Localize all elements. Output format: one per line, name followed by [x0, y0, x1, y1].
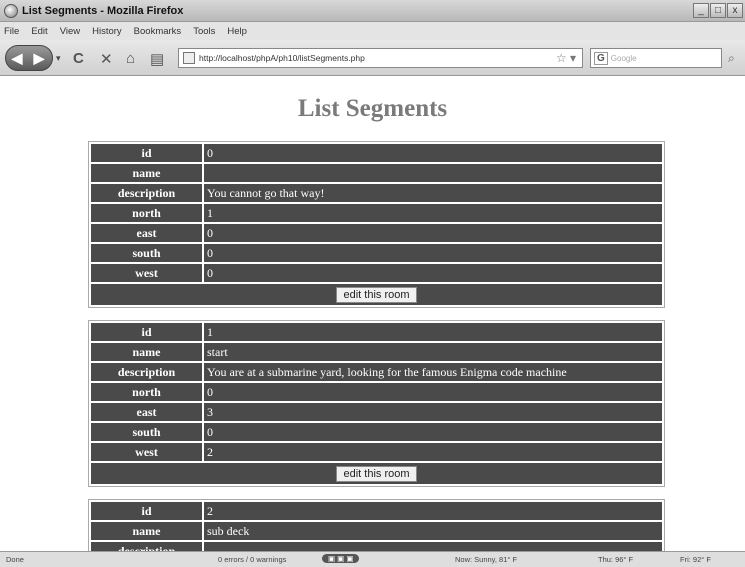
value-description: You are at a submarine yard, looking for… [204, 363, 662, 381]
reload-icon[interactable]: C [73, 50, 84, 67]
bookmark-star-icon[interactable]: ☆ ▾ [556, 51, 576, 65]
label-name: name [91, 343, 202, 361]
maximize-button[interactable]: □ [710, 3, 726, 18]
url-text[interactable]: http://localhost/phpA/ph10/listSegments.… [199, 53, 556, 63]
label-description: description [91, 542, 202, 551]
menu-history[interactable]: History [92, 26, 122, 37]
home-icon[interactable]: ⌂ [126, 50, 135, 67]
value-id: 0 [204, 144, 662, 162]
menu-bookmarks[interactable]: Bookmarks [134, 26, 182, 37]
search-box[interactable]: G Google [590, 48, 722, 68]
weather-fri: Fri: 92° F [680, 555, 711, 564]
page-content: List Segments id 0 name description You ca… [0, 77, 745, 551]
value-id: 2 [204, 502, 662, 520]
segment-table: id 1 name start description You are at a su… [88, 320, 665, 487]
search-icon[interactable]: ⌕ [728, 51, 735, 66]
label-name: name [91, 164, 202, 182]
value-north: 0 [204, 383, 662, 401]
label-id: id [91, 323, 202, 341]
history-dropdown-icon[interactable]: ▾ [56, 53, 61, 64]
label-west: west [91, 264, 202, 282]
page-icon[interactable]: ▤ [150, 50, 164, 68]
search-placeholder[interactable]: Google [611, 54, 637, 63]
segment-table: id 0 name description You cannot go that w… [88, 141, 665, 308]
menu-tools[interactable]: Tools [193, 26, 215, 37]
label-name: name [91, 522, 202, 540]
error-console-status[interactable]: 0 errors / 0 warnings [218, 555, 286, 564]
label-east: east [91, 403, 202, 421]
label-id: id [91, 502, 202, 520]
status-bar: Done 0 errors / 0 warnings ▣ ▣ ▣ Now: Su… [0, 551, 745, 567]
navigation-toolbar: ◀ ▶ ▾ C ✕ ⌂ ▤ http://localhost/phpA/ph10… [0, 40, 745, 76]
value-description: You cannot go that way! [204, 184, 662, 202]
value-south: 0 [204, 244, 662, 262]
value-north: 1 [204, 204, 662, 222]
value-name [204, 164, 662, 182]
value-west: 0 [204, 264, 662, 282]
value-name: start [204, 343, 662, 361]
segment-table: id 2 name sub deck description [88, 499, 665, 551]
weather-thu: Thu: 96° F [598, 555, 634, 564]
label-west: west [91, 443, 202, 461]
value-description [204, 542, 662, 551]
edit-room-button[interactable]: edit this room [336, 286, 417, 303]
close-button[interactable]: x [727, 3, 743, 18]
window-title: List Segments - Mozilla Firefox [22, 4, 184, 17]
menu-bar: File Edit View History Bookmarks Tools H… [0, 22, 745, 40]
site-favicon-icon [183, 52, 195, 64]
label-id: id [91, 144, 202, 162]
value-west: 2 [204, 443, 662, 461]
value-name: sub deck [204, 522, 662, 540]
url-bar[interactable]: http://localhost/phpA/ph10/listSegments.… [178, 48, 583, 68]
value-south: 0 [204, 423, 662, 441]
back-arrow-icon[interactable]: ◀ [6, 50, 28, 67]
label-south: south [91, 244, 202, 262]
label-north: north [91, 383, 202, 401]
minimize-button[interactable]: _ [693, 3, 709, 18]
edit-room-button[interactable]: edit this room [336, 465, 417, 482]
addon-status-pill[interactable]: ▣ ▣ ▣ [322, 554, 360, 563]
value-id: 1 [204, 323, 662, 341]
menu-edit[interactable]: Edit [31, 26, 47, 37]
search-engine-icon[interactable]: G [594, 51, 608, 65]
back-forward-group: ◀ ▶ [5, 45, 53, 71]
label-description: description [91, 363, 202, 381]
stop-icon[interactable]: ✕ [100, 50, 113, 68]
label-north: north [91, 204, 202, 222]
menu-help[interactable]: Help [227, 26, 247, 37]
status-text: Done [6, 555, 24, 564]
menu-file[interactable]: File [4, 26, 19, 37]
page-title: List Segments [297, 95, 448, 122]
window-titlebar: List Segments - Mozilla Firefox _ □ x [0, 0, 745, 22]
forward-arrow-icon[interactable]: ▶ [28, 50, 50, 67]
menu-view[interactable]: View [60, 26, 80, 37]
value-east: 3 [204, 403, 662, 421]
firefox-icon [4, 3, 18, 18]
weather-now: Now: Sunny, 81° F [455, 555, 518, 564]
label-south: south [91, 423, 202, 441]
label-east: east [91, 224, 202, 242]
value-east: 0 [204, 224, 662, 242]
label-description: description [91, 184, 202, 202]
